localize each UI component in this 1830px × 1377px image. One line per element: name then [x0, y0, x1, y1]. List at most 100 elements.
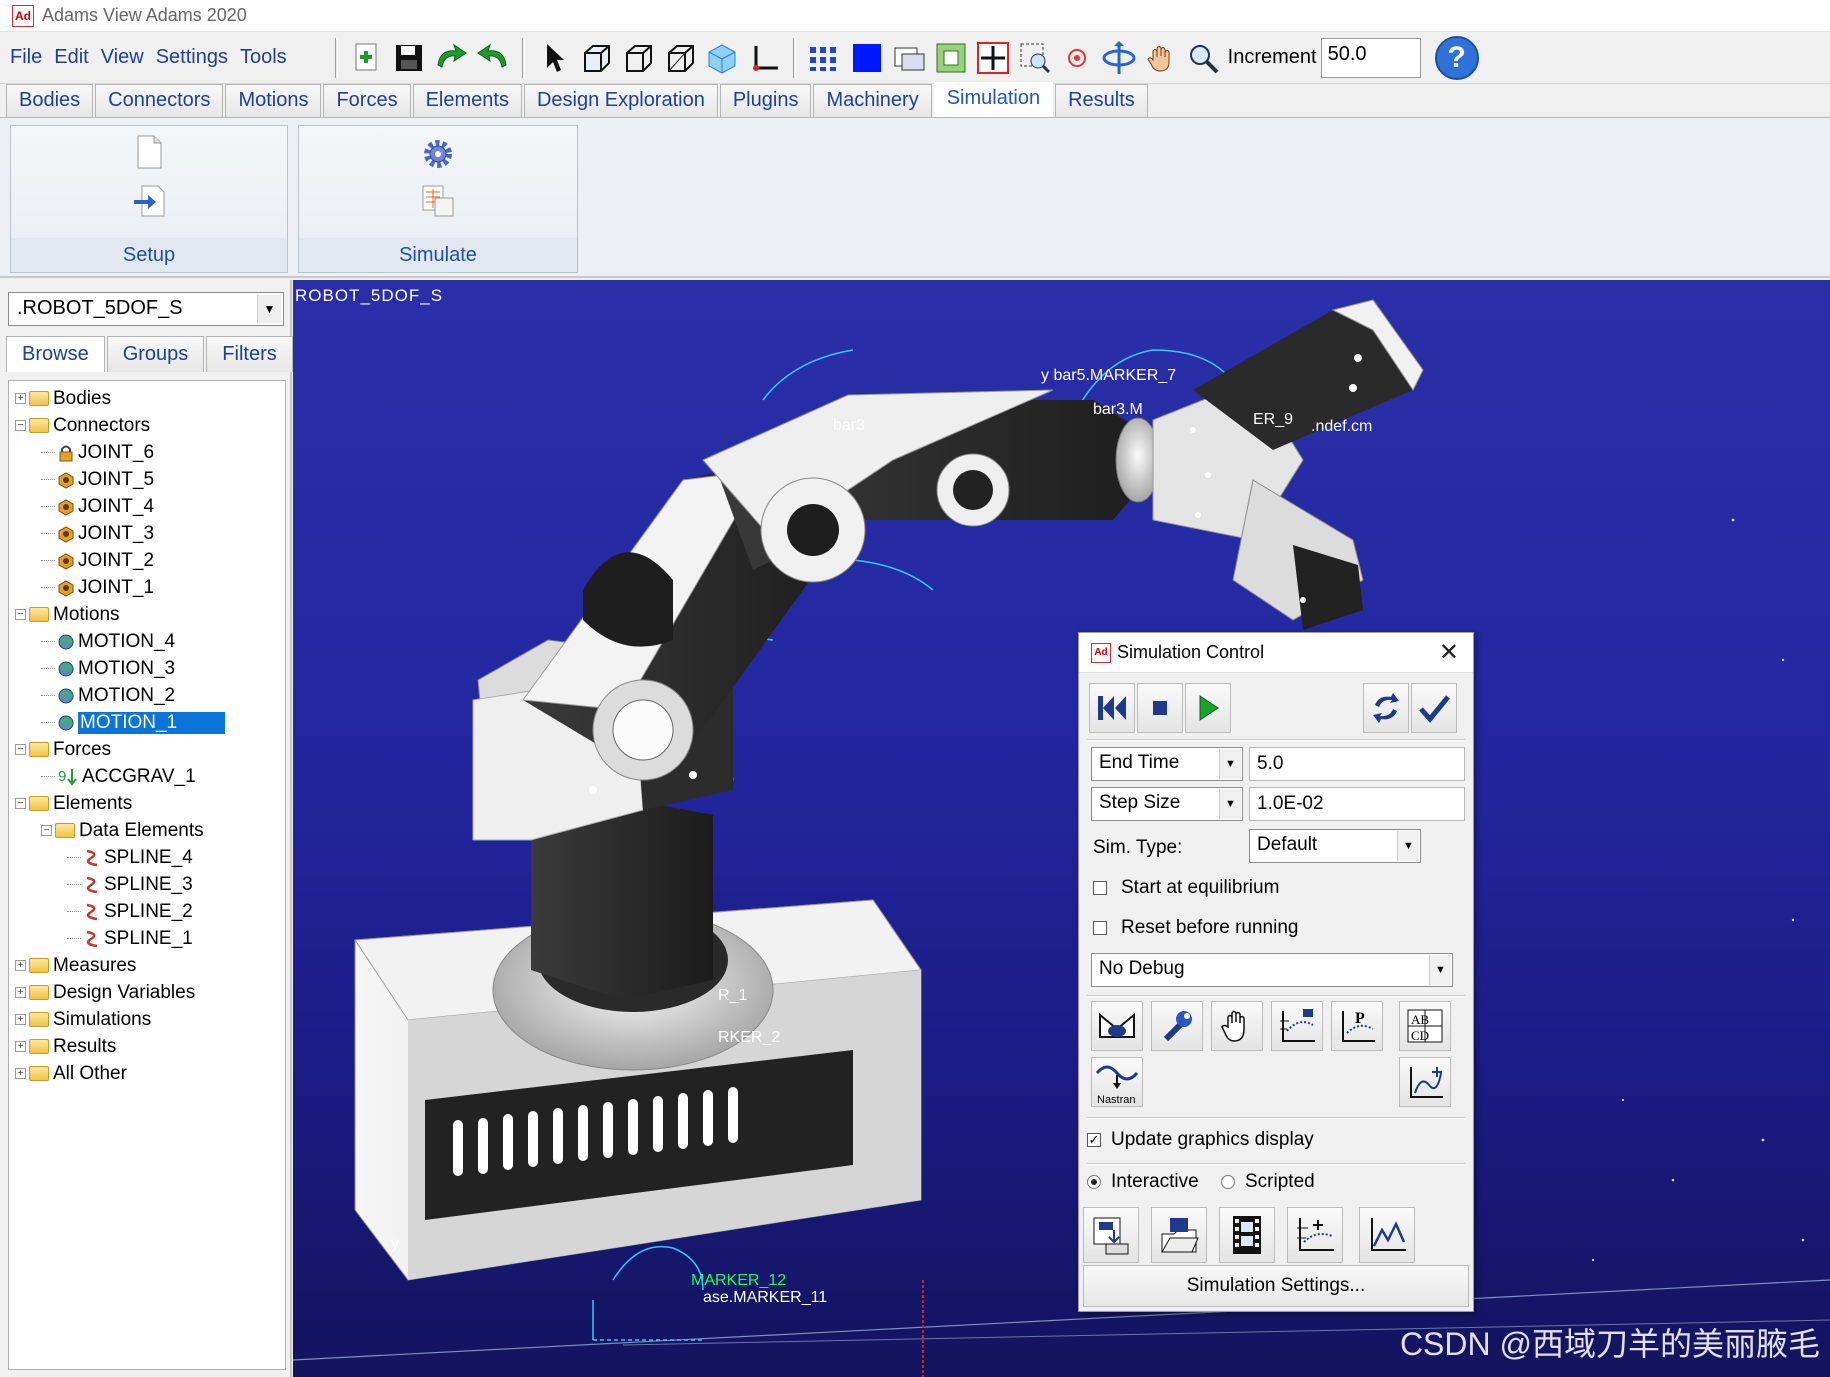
interactive-radio[interactable] [1087, 1175, 1101, 1189]
increment-input[interactable]: 50.0 [1320, 37, 1421, 78]
tree-node[interactable]: − Motions [9, 601, 285, 628]
menu-settings[interactable]: Settings [150, 46, 234, 69]
tree-node[interactable]: MOTION_4 [9, 628, 285, 655]
chevron-down-icon[interactable]: ▼ [1429, 955, 1451, 985]
zoom-fit-icon[interactable] [932, 39, 970, 77]
tree-node[interactable]: + Bodies [9, 385, 285, 412]
expand-icon[interactable]: + [15, 393, 26, 404]
collapse-icon[interactable]: − [15, 744, 26, 755]
tree-node[interactable]: MOTION_1 [9, 709, 285, 736]
redo-icon[interactable] [432, 39, 470, 77]
top-view-icon[interactable] [661, 39, 699, 77]
expand-icon[interactable]: + [15, 1014, 26, 1025]
accept-button[interactable] [1411, 683, 1457, 733]
undo-icon[interactable] [474, 39, 512, 77]
tree-node[interactable]: + All Other [9, 1060, 285, 1087]
tab-groups[interactable]: Groups [106, 336, 205, 372]
animation-button[interactable] [1219, 1207, 1275, 1263]
model-select[interactable]: .ROBOT_5DOF_S ▼ [8, 292, 284, 326]
tree-node[interactable]: SPLINE_3 [9, 871, 285, 898]
tree-node[interactable]: 9 ACCGRAV_1 [9, 763, 285, 790]
tree-node[interactable]: − Connectors [9, 412, 285, 439]
plot-results-button[interactable] [1399, 1057, 1451, 1107]
menu-tools[interactable]: Tools [234, 46, 293, 69]
close-icon[interactable]: ✕ [1439, 638, 1459, 667]
zoom-icon[interactable] [1184, 39, 1222, 77]
tree-node[interactable]: JOINT_2 [9, 547, 285, 574]
chevron-down-icon[interactable]: ▼ [1219, 749, 1241, 779]
tab-browse[interactable]: Browse [6, 336, 105, 372]
plot-markers-button[interactable] [1287, 1207, 1343, 1263]
collapse-icon[interactable]: − [41, 825, 52, 836]
expand-icon[interactable]: + [15, 987, 26, 998]
tab-results[interactable]: Results [1055, 84, 1148, 117]
collapse-icon[interactable]: − [15, 609, 26, 620]
simulation-table-icon[interactable] [421, 184, 455, 223]
menu-file[interactable]: File [4, 46, 48, 69]
color-square-icon[interactable] [848, 39, 886, 77]
tree-node[interactable]: SPLINE_1 [9, 925, 285, 952]
triad-icon[interactable] [745, 39, 783, 77]
tree-node[interactable]: JOINT_6 [9, 439, 285, 466]
plot-tracking-button[interactable] [1271, 1001, 1323, 1051]
tab-elements[interactable]: Elements [412, 84, 522, 117]
fit-all-icon[interactable] [974, 39, 1012, 77]
center-icon[interactable] [1058, 39, 1096, 77]
save-icon[interactable] [390, 39, 428, 77]
reset-before-checkbox[interactable] [1093, 921, 1107, 935]
document-icon[interactable] [135, 134, 163, 175]
gear-icon[interactable] [422, 138, 454, 175]
expand-icon[interactable]: + [15, 960, 26, 971]
chevron-down-icon[interactable]: ▼ [1397, 831, 1419, 861]
simulation-settings-button[interactable]: Simulation Settings... [1083, 1265, 1469, 1307]
tab-connectors[interactable]: Connectors [95, 84, 224, 117]
new-model-icon[interactable] [348, 39, 386, 77]
step-size-input[interactable]: 1.0E-02 [1249, 787, 1465, 821]
tab-simulation[interactable]: Simulation [933, 82, 1054, 117]
tree-node[interactable]: MOTION_2 [9, 682, 285, 709]
tree-node[interactable]: − Elements [9, 790, 285, 817]
grid-icon[interactable] [806, 39, 844, 77]
scripted-radio[interactable] [1221, 1175, 1235, 1189]
plot-p-button[interactable]: P [1331, 1001, 1383, 1051]
step-size-select[interactable]: Step Size ▼ [1091, 787, 1243, 821]
deformation-button[interactable] [1091, 1001, 1143, 1051]
tree-node[interactable]: − Data Elements [9, 817, 285, 844]
end-time-select[interactable]: End Time ▼ [1091, 747, 1243, 781]
tree-node[interactable]: JOINT_5 [9, 466, 285, 493]
import-icon[interactable] [132, 184, 166, 223]
tab-motions[interactable]: Motions [225, 84, 322, 117]
expand-icon[interactable]: + [15, 1068, 26, 1079]
tab-design-exploration[interactable]: Design Exploration [523, 84, 718, 117]
select-arrow-icon[interactable] [535, 39, 573, 77]
front-view-icon[interactable] [619, 39, 657, 77]
help-icon[interactable]: ? [1434, 35, 1479, 80]
tree-node[interactable]: + Results [9, 1033, 285, 1060]
update-graphics-checkbox[interactable]: ✓ [1087, 1133, 1101, 1147]
sim-type-select[interactable]: Default ▼ [1249, 829, 1421, 863]
open-script-button[interactable] [1151, 1207, 1207, 1263]
pan-hand-icon[interactable] [1142, 39, 1180, 77]
tab-forces[interactable]: Forces [323, 84, 411, 117]
zoom-box-icon[interactable] [1016, 39, 1054, 77]
tree-node[interactable]: MOTION_3 [9, 655, 285, 682]
end-time-input[interactable]: 5.0 [1249, 747, 1465, 781]
expand-icon[interactable]: + [15, 1041, 26, 1052]
collapse-icon[interactable]: − [15, 420, 26, 431]
save-script-button[interactable] [1083, 1207, 1139, 1263]
setup-label[interactable]: Setup [11, 238, 287, 272]
stop-button[interactable] [1137, 683, 1183, 733]
simulate-label[interactable]: Simulate [299, 238, 577, 272]
tree-node[interactable]: SPLINE_4 [9, 844, 285, 871]
postprocessor-button[interactable] [1359, 1207, 1415, 1263]
chevron-down-icon[interactable]: ▼ [257, 295, 281, 323]
robot-arm-model[interactable]: y bar5.MARKER_7 bar3 bar3.M ER_9 .ndef.c… [293, 280, 1830, 1377]
nastran-button[interactable]: Nastran [1091, 1057, 1143, 1107]
start-equilibrium-checkbox[interactable] [1093, 881, 1107, 895]
tab-plugins[interactable]: Plugins [719, 84, 812, 117]
menu-edit[interactable]: Edit [48, 46, 94, 69]
tree-node[interactable]: JOINT_3 [9, 520, 285, 547]
hand-button[interactable] [1211, 1001, 1263, 1051]
debug-select[interactable]: No Debug ▼ [1091, 953, 1453, 987]
collapse-icon[interactable]: − [15, 798, 26, 809]
